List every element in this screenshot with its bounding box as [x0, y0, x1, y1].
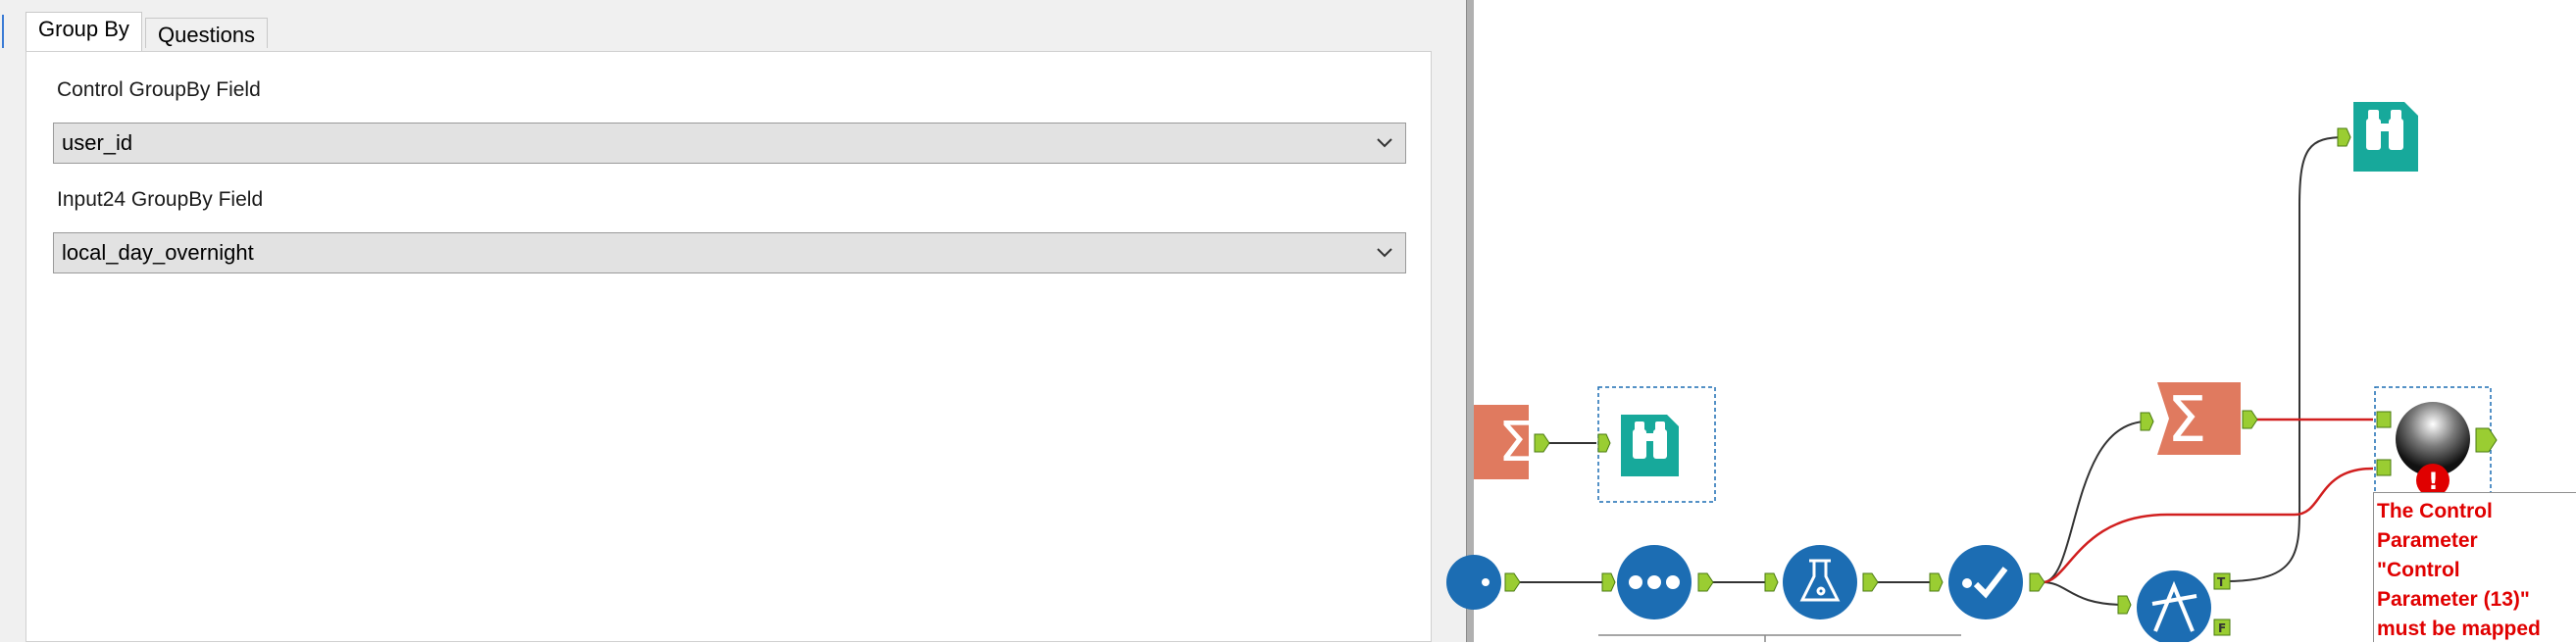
browse-tool-2[interactable]: [2337, 102, 2418, 172]
input-anchor: [1597, 433, 1611, 453]
output-anchor: [1697, 572, 1714, 592]
input-anchor: [1929, 572, 1944, 592]
macro-tool[interactable]: !: [2374, 386, 2498, 497]
false-anchor-label: F: [2218, 621, 2226, 635]
output-anchor: [1504, 572, 1521, 592]
summarize-tool[interactable]: Σ: [1474, 405, 1550, 479]
error-badge: !: [2428, 468, 2439, 495]
connection-line: [2042, 421, 2148, 583]
output-anchor: [2029, 572, 2046, 592]
summarize-icon: Σ: [2167, 384, 2206, 457]
results-grid-edge: [1598, 634, 1961, 642]
input-anchor: [1764, 572, 1779, 592]
error-line: The Control: [2377, 500, 2493, 522]
error-line: Parameter: [2377, 529, 2478, 552]
output-anchor: [2475, 427, 2498, 453]
tab-group-by[interactable]: Group By: [25, 12, 142, 51]
input-anchor: [1601, 572, 1616, 592]
input-anchor: [2117, 595, 2132, 615]
true-anchor-label: T: [2217, 575, 2226, 589]
formula-tool[interactable]: [1764, 545, 1879, 619]
error-line: must be mapped: [2377, 618, 2541, 640]
error-message: The Control Parameter "Control Parameter…: [2377, 497, 2571, 644]
ab-test-tool[interactable]: T F: [2117, 570, 2231, 642]
workflow-graph: Σ Σ T F !: [1446, 102, 2498, 642]
error-line: "Control: [2377, 559, 2460, 581]
input-anchor: [2337, 127, 2351, 147]
output-anchor: [1534, 433, 1550, 453]
select-records-tool[interactable]: [1446, 555, 1521, 610]
sample-tool[interactable]: [1601, 545, 1714, 619]
connection-line: [2042, 581, 2127, 606]
summarize-tool-2[interactable]: Σ: [2140, 382, 2258, 457]
input-anchor: [2140, 412, 2154, 431]
output-anchor: [1862, 572, 1879, 592]
error-line: Parameter (13)": [2377, 588, 2530, 611]
select-records-icon: [1482, 578, 1490, 586]
output-anchor: [2242, 410, 2258, 429]
error-connection-line: [2042, 467, 2374, 584]
filter-tool[interactable]: [1929, 545, 2046, 619]
browse-tool[interactable]: [1597, 386, 1716, 503]
sample-icon: [1629, 575, 1680, 589]
summarize-icon: Σ: [1498, 411, 1533, 474]
